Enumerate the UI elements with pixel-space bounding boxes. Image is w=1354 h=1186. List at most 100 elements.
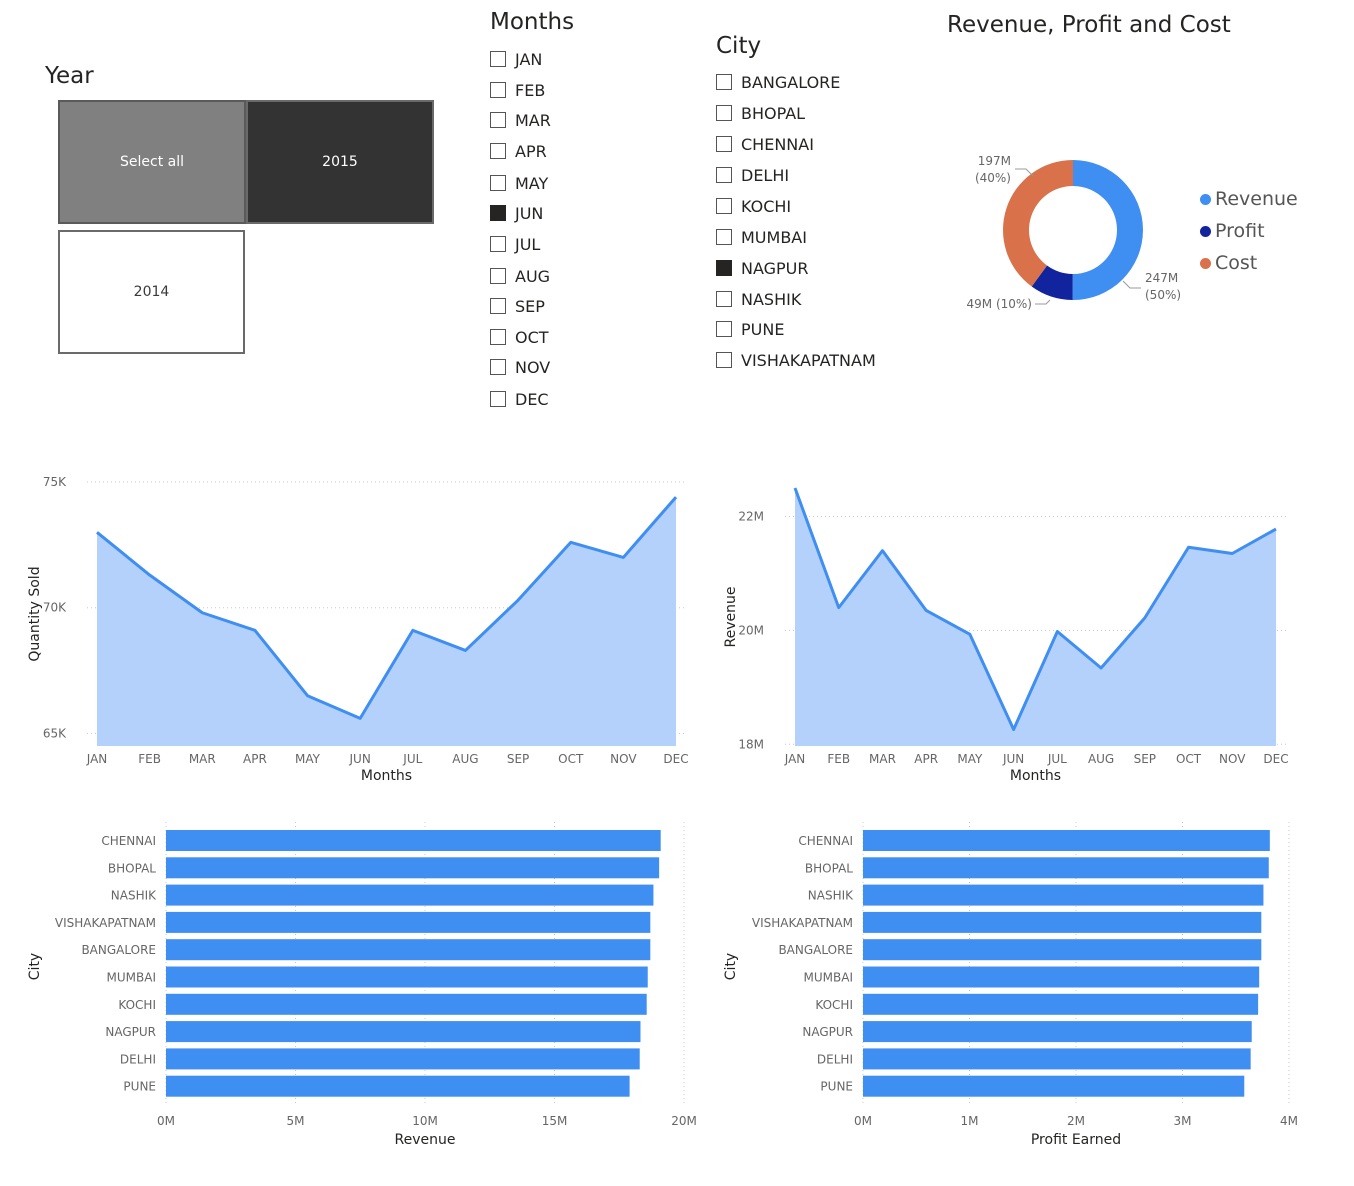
x-tick-label: MAY (957, 752, 983, 766)
month-checkbox[interactable] (490, 298, 506, 314)
city-checkbox[interactable] (716, 105, 732, 121)
y-tick-label: 75K (43, 475, 67, 489)
bar[interactable] (863, 857, 1269, 879)
city-item-label: NASHIK (741, 289, 802, 309)
x-tick-label: JUN (349, 752, 371, 766)
city-item-nagpur[interactable]: NAGPUR (716, 256, 809, 280)
bar[interactable] (863, 830, 1270, 851)
bar[interactable] (863, 1048, 1251, 1070)
month-item-mar[interactable]: MAR (490, 108, 551, 132)
month-item-jan[interactable]: JAN (490, 47, 542, 71)
x-tick-label: NOV (1219, 752, 1246, 766)
city-item-label: MUMBAI (741, 227, 807, 247)
month-item-dec[interactable]: DEC (490, 387, 549, 411)
x-tick-label: 0M (157, 1114, 175, 1128)
month-item-may[interactable]: MAY (490, 171, 548, 195)
bar[interactable] (863, 966, 1260, 988)
city-checkbox[interactable] (716, 229, 732, 245)
bar[interactable] (166, 939, 651, 961)
donut-chart: 247M (50%) 49M (10%) 197M (40%) (967, 154, 1182, 311)
city-checkbox[interactable] (716, 291, 732, 307)
bar[interactable] (166, 830, 661, 851)
bar[interactable] (863, 993, 1259, 1015)
y-tick-label: CHENNAI (798, 834, 853, 848)
bar[interactable] (863, 1075, 1245, 1097)
month-item-aug[interactable]: AUG (490, 264, 550, 288)
month-checkbox[interactable] (490, 112, 506, 128)
month-checkbox[interactable] (490, 236, 506, 252)
city-item-chennai[interactable]: CHENNAI (716, 132, 814, 156)
bar[interactable] (863, 911, 1262, 933)
legend-item-revenue[interactable]: Revenue (1200, 188, 1298, 210)
donut-slice-cost[interactable] (1003, 160, 1073, 287)
city-checkbox[interactable] (716, 352, 732, 368)
bar[interactable] (166, 884, 654, 906)
month-item-feb[interactable]: FEB (490, 78, 545, 102)
city-item-pune[interactable]: PUNE (716, 317, 784, 341)
bar[interactable] (166, 993, 647, 1015)
city-item-bhopal[interactable]: BHOPAL (716, 101, 805, 125)
month-checkbox[interactable] (490, 143, 506, 159)
year-tile-select-all[interactable]: Select all (58, 100, 246, 224)
month-checkbox[interactable] (490, 268, 506, 284)
legend-item-cost[interactable]: Cost (1200, 252, 1257, 274)
x-tick-label: NOV (610, 752, 637, 766)
month-item-nov[interactable]: NOV (490, 355, 550, 379)
bar[interactable] (166, 1048, 640, 1070)
city-checkbox[interactable] (716, 260, 732, 276)
bar[interactable] (166, 857, 660, 879)
city-checkbox[interactable] (716, 321, 732, 337)
month-checkbox[interactable] (490, 359, 506, 375)
city-item-nashik[interactable]: NASHIK (716, 287, 801, 311)
y-tick-label: BANGALORE (778, 943, 853, 957)
city-item-bangalore[interactable]: BANGALORE (716, 70, 840, 94)
x-tick-label: JUL (1047, 752, 1067, 766)
city-checkbox[interactable] (716, 74, 732, 90)
city-checkbox[interactable] (716, 198, 732, 214)
month-item-oct[interactable]: OCT (490, 325, 549, 349)
bar[interactable] (166, 1075, 630, 1097)
month-item-label: MAR (515, 110, 551, 130)
x-tick-label: MAR (869, 752, 896, 766)
x-tick-label: OCT (558, 752, 584, 766)
bar[interactable] (166, 911, 651, 933)
x-tick-label: FEB (827, 752, 850, 766)
month-checkbox[interactable] (490, 82, 506, 98)
donut-slice-revenue[interactable] (1072, 160, 1143, 300)
bar[interactable] (166, 1021, 641, 1043)
city-item-vishakapatnam[interactable]: VISHAKAPATNAM (716, 348, 876, 372)
year-tile-2015[interactable]: 2015 (246, 100, 434, 224)
x-axis-title: Months (1010, 768, 1061, 784)
bar[interactable] (863, 939, 1262, 961)
month-checkbox[interactable] (490, 329, 506, 345)
city-checkbox[interactable] (716, 167, 732, 183)
city-checkbox[interactable] (716, 136, 732, 152)
city-item-mumbai[interactable]: MUMBAI (716, 225, 807, 249)
month-checkbox[interactable] (490, 175, 506, 191)
month-item-jul[interactable]: JUL (490, 232, 540, 256)
x-tick-label: JUL (402, 752, 422, 766)
city-item-kochi[interactable]: KOCHI (716, 194, 791, 218)
y-tick-label: MUMBAI (107, 971, 156, 985)
bar[interactable] (863, 1021, 1252, 1043)
donut-chart-title: Revenue, Profit and Cost (947, 12, 1231, 38)
month-checkbox[interactable] (490, 51, 506, 67)
city-slicer-title: City (716, 33, 762, 59)
bar[interactable] (863, 884, 1264, 906)
x-tick-label: 0M (854, 1114, 872, 1128)
year-tile-2014[interactable]: 2014 (58, 230, 245, 354)
x-axis-title: Profit Earned (1031, 1132, 1121, 1148)
month-checkbox[interactable] (490, 205, 506, 221)
x-tick-label: 10M (412, 1114, 438, 1128)
month-item-label: NOV (515, 357, 551, 377)
x-tick-label: 15M (542, 1114, 568, 1128)
month-checkbox[interactable] (490, 391, 506, 407)
month-item-label: AUG (515, 266, 551, 286)
x-tick-label: SEP (1134, 752, 1156, 766)
legend-item-profit[interactable]: Profit (1200, 220, 1265, 242)
month-item-apr[interactable]: APR (490, 139, 547, 163)
bar[interactable] (166, 966, 648, 988)
month-item-jun[interactable]: JUN (490, 201, 543, 225)
city-item-delhi[interactable]: DELHI (716, 163, 789, 187)
month-item-sep[interactable]: SEP (490, 294, 545, 318)
